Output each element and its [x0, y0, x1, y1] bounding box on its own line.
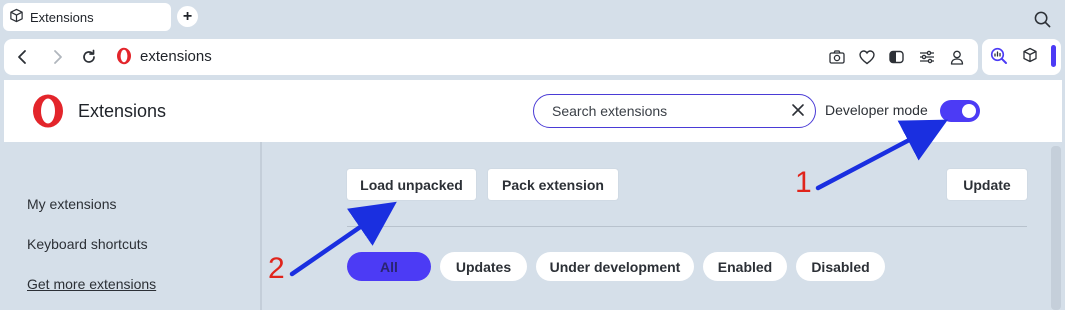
- sidebar-item-keyboard-shortcuts[interactable]: Keyboard shortcuts: [27, 236, 148, 252]
- sidebar-item-my-extensions[interactable]: My extensions: [27, 196, 116, 212]
- reload-icon[interactable]: [81, 49, 97, 70]
- toggle-knob: [962, 104, 976, 118]
- filter-updates[interactable]: Updates: [440, 252, 527, 281]
- search-tabs-icon[interactable]: [1034, 11, 1051, 33]
- pack-extension-button[interactable]: Pack extension: [488, 169, 618, 200]
- annotation-number-1: 1: [795, 166, 812, 199]
- opera-logo-icon: [116, 47, 132, 70]
- developer-mode-label: Developer mode: [825, 102, 928, 118]
- extensions-toolbar: [982, 39, 1061, 75]
- scrollbar[interactable]: [1051, 146, 1061, 310]
- search-input[interactable]: [552, 102, 772, 120]
- address-actions: [828, 48, 966, 66]
- new-tab-button[interactable]: +: [177, 6, 198, 27]
- page-title: Extensions: [78, 101, 167, 121]
- filter-disabled[interactable]: Disabled: [796, 252, 885, 281]
- extensions-header: Extensions Developer mode: [4, 80, 1062, 142]
- sidebar-link-get-more-extensions[interactable]: Get more extensions: [27, 276, 156, 292]
- load-unpacked-button[interactable]: Load unpacked: [347, 169, 476, 200]
- forward-icon[interactable]: [50, 49, 64, 70]
- cube-icon: [9, 8, 24, 26]
- profile-icon[interactable]: [948, 48, 966, 66]
- camera-icon[interactable]: [828, 48, 846, 66]
- sidebar-indicator[interactable]: [1051, 45, 1056, 67]
- annotation-number-2: 2: [268, 252, 285, 285]
- extensions-cube-icon[interactable]: [1022, 47, 1038, 68]
- tab-title: Extensions: [30, 9, 94, 25]
- address-bar: extensions: [4, 39, 978, 75]
- close-icon[interactable]: [791, 103, 805, 122]
- back-icon[interactable]: [16, 49, 30, 70]
- tab-extensions[interactable]: Extensions: [3, 3, 171, 31]
- filter-all[interactable]: All: [347, 252, 431, 281]
- easy-setup-icon[interactable]: [918, 48, 936, 66]
- battery-saver-icon[interactable]: [888, 48, 906, 66]
- section-divider: [347, 226, 1027, 227]
- search-ai-icon[interactable]: [990, 47, 1008, 70]
- search-extensions-box[interactable]: [533, 94, 816, 128]
- heart-icon[interactable]: [858, 48, 876, 66]
- filter-under-development[interactable]: Under development: [536, 252, 694, 281]
- tab-strip: Extensions +: [0, 0, 1065, 36]
- update-button[interactable]: Update: [947, 169, 1027, 200]
- url-text[interactable]: extensions: [140, 48, 212, 65]
- sidebar: My extensions Keyboard shortcuts Get mor…: [0, 142, 260, 310]
- sidebar-divider: [260, 142, 262, 310]
- opera-logo-icon: [32, 94, 64, 133]
- filter-enabled[interactable]: Enabled: [703, 252, 787, 281]
- developer-mode-toggle[interactable]: [940, 100, 980, 122]
